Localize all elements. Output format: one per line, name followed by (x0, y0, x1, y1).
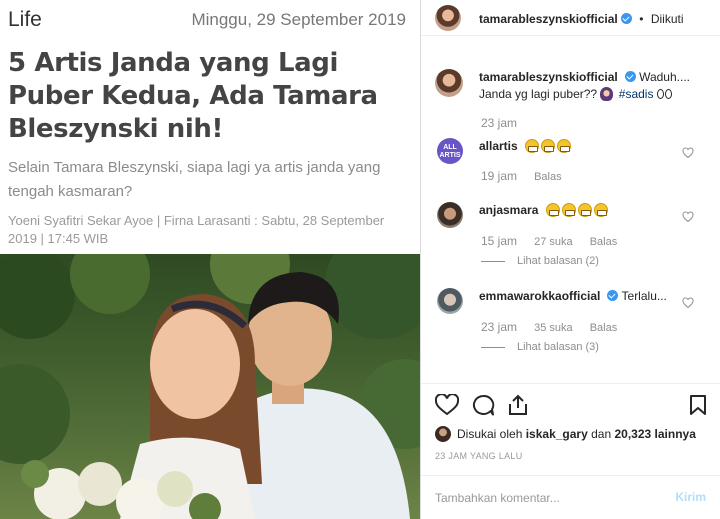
comment-username[interactable]: emmawarokkaofficial (479, 289, 600, 303)
article-date: Minggu, 29 September 2019 (191, 10, 406, 29)
like-comment-heart-icon[interactable] (682, 147, 694, 159)
post-comment-button[interactable]: Kirim (675, 490, 706, 504)
replies-divider (481, 346, 505, 348)
comment-username[interactable]: anjasmara (479, 203, 538, 217)
eyes-emoji-icon (664, 89, 672, 99)
comment-item: ALL ARTIS allartis 19 jam Balas (421, 138, 720, 198)
article-panel: Life Minggu, 29 September 2019 5 Artis J… (0, 0, 420, 519)
grinning-emoji-icon (593, 203, 608, 217)
comment-item: anjasmara 15 jam 27 suka Balas Lihat bal… (421, 202, 720, 282)
view-replies-label: Lihat balasan (3) (517, 341, 599, 353)
article-byline: Yoeni Syafitri Sekar Ayoe | Firna Larasa… (8, 213, 385, 246)
like-heart-icon[interactable] (435, 394, 459, 416)
comment-time[interactable]: 19 jam (481, 169, 517, 183)
caption-time[interactable]: 23 jam (481, 116, 517, 130)
woman-emoji-icon (600, 87, 614, 101)
comments-list[interactable]: tamarableszynskiofficial Waduh.... Janda… (421, 37, 720, 383)
comment-meta: 19 jam Balas (481, 169, 576, 183)
grinning-emoji-icon (541, 139, 556, 153)
comment-meta: 15 jam 27 suka Balas (481, 234, 631, 248)
comment-item: emmawarokkaofficial Terlalu... 23 jam 35… (421, 288, 720, 368)
grinning-emoji-icon (525, 139, 540, 153)
comment-likes[interactable]: 27 suka (534, 236, 573, 248)
verified-badge-icon (624, 71, 636, 82)
couple-photo-illustration (0, 254, 420, 519)
reply-button[interactable]: Balas (534, 171, 562, 183)
caption-username[interactable]: tamarableszynskiofficial (479, 70, 618, 84)
header-username[interactable]: tamarableszynskiofficial (479, 12, 618, 26)
comment-content: Terlalu... (621, 289, 667, 303)
like-comment-heart-icon[interactable] (682, 297, 694, 309)
likes-summary: Disukai oleh iskak_gary dan 20,323 lainn… (435, 426, 715, 442)
verified-badge-icon (607, 290, 619, 301)
avatar[interactable]: ALL ARTIS (437, 138, 463, 164)
replies-divider (481, 260, 505, 262)
comment-text: emmawarokkaofficial Terlalu... (479, 288, 699, 305)
caption-text: tamarableszynskiofficial Waduh.... Janda… (479, 69, 709, 103)
comment-meta: 23 jam 35 suka Balas (481, 320, 631, 334)
comment-time[interactable]: 15 jam (481, 234, 517, 248)
likes-connector: dan (591, 427, 612, 441)
likes-prefix: Disukai oleh (457, 427, 523, 441)
separator-dot: • (639, 12, 644, 26)
reply-button[interactable]: Balas (590, 236, 618, 248)
eyes-emoji-icon (656, 89, 664, 99)
grinning-emoji-icon (545, 203, 560, 217)
caption-line-2: Janda yg lagi puber?? (479, 87, 598, 101)
bookmark-icon[interactable] (689, 394, 707, 416)
comment-bubble-icon[interactable] (471, 394, 495, 416)
post-actions (421, 383, 720, 423)
grinning-emoji-icon (577, 203, 592, 217)
avatar[interactable] (437, 288, 463, 314)
likes-count-button[interactable]: 20,323 lainnya (615, 427, 696, 441)
share-upload-icon[interactable] (507, 394, 529, 416)
comment-time[interactable]: 23 jam (481, 320, 517, 334)
like-comment-heart-icon[interactable] (682, 211, 694, 223)
article-lead: Selain Tamara Bleszynski, siapa lagi ya … (8, 159, 381, 200)
instagram-post-panel: tamarableszynskiofficial • Diikuti tamar… (421, 0, 720, 519)
comment-text: anjasmara (479, 202, 679, 219)
view-replies-label: Lihat balasan (2) (517, 255, 599, 267)
comment-input[interactable] (435, 489, 655, 507)
reply-button[interactable]: Balas (590, 322, 618, 334)
grinning-emoji-icon (561, 203, 576, 217)
liker-username[interactable]: iskak_gary (526, 427, 588, 441)
caption-line-1: Waduh.... (639, 70, 690, 84)
view-replies-button[interactable]: Lihat balasan (3) (481, 341, 599, 353)
article-photo (0, 254, 420, 519)
hashtag-link[interactable]: #sadis (619, 87, 654, 101)
liker-avatar[interactable] (435, 426, 451, 442)
verified-badge-icon (620, 13, 632, 24)
comment-text: allartis (479, 138, 679, 155)
comment-likes[interactable]: 35 suka (534, 322, 573, 334)
post-header: tamarableszynskiofficial • Diikuti (421, 0, 720, 36)
avatar[interactable] (435, 5, 461, 31)
article-header: Life Minggu, 29 September 2019 (8, 8, 406, 38)
header-user: tamarableszynskiofficial • Diikuti (479, 10, 684, 28)
post-time-ago[interactable]: 23 JAM YANG LALU (435, 451, 523, 461)
section-label[interactable]: Life (8, 8, 42, 32)
caption-meta: 23 jam (481, 116, 531, 130)
view-replies-button[interactable]: Lihat balasan (2) (481, 255, 599, 267)
comment-username[interactable]: allartis (479, 139, 518, 153)
article-title: 5 Artis Janda yang Lagi Puber Kedua, Ada… (8, 48, 378, 144)
avatar[interactable] (435, 69, 463, 97)
avatar[interactable] (437, 202, 463, 228)
follow-status-button[interactable]: Diikuti (651, 12, 684, 26)
comment-composer: Kirim (421, 475, 720, 519)
grinning-emoji-icon (557, 139, 572, 153)
